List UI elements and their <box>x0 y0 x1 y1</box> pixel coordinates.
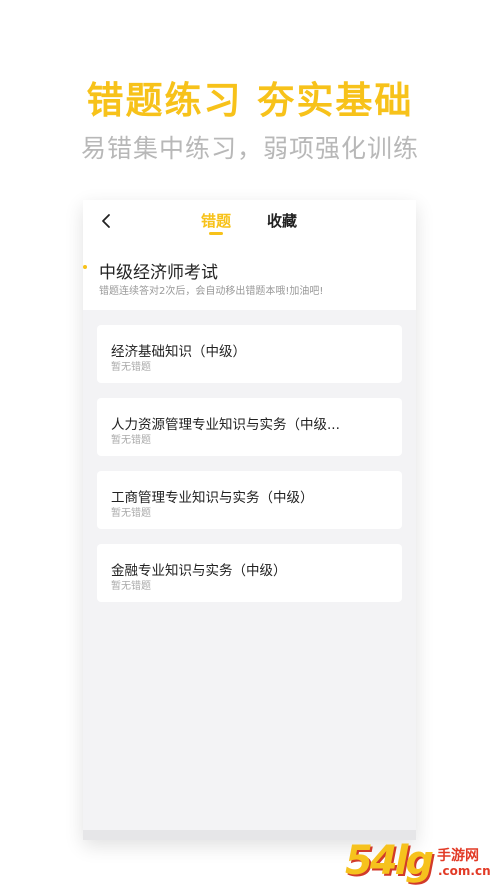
exam-header: 中级经济师考试 错题连续答对2次后，会自动移出错题本哦!加油吧! <box>83 244 416 310</box>
tab-wrong-questions[interactable]: 错题 <box>201 210 231 231</box>
subject-status: 暂无错题 <box>111 581 151 592</box>
subject-name: 金融专业知识与实务（中级） <box>111 563 287 579</box>
watermark-number: 54lg <box>345 838 434 884</box>
active-tab-indicator <box>209 232 223 235</box>
subject-list: 经济基础知识（中级） 暂无错题 人力资源管理专业知识与实务（中级... 暂无错题… <box>97 325 402 617</box>
subject-name: 人力资源管理专业知识与实务（中级... <box>111 417 340 433</box>
tab-favorites[interactable]: 收藏 <box>267 210 297 231</box>
hero-subtitle: 易错集中练习，弱项强化训练 <box>80 134 419 163</box>
exam-hint: 错题连续答对2次后，会自动移出错题本哦!加油吧! <box>99 286 324 297</box>
subject-status: 暂无错题 <box>111 362 151 373</box>
subject-status: 暂无错题 <box>111 435 151 446</box>
list-item[interactable]: 金融专业知识与实务（中级） 暂无错题 <box>97 544 402 602</box>
subject-status: 暂无错题 <box>111 508 151 519</box>
site-watermark-logo: 54lg 手游网 .com.cn <box>345 838 500 889</box>
subject-name: 经济基础知识（中级） <box>111 344 246 360</box>
top-navigation-bar: 错题 收藏 <box>83 200 416 244</box>
watermark-name: 手游网 <box>437 848 479 864</box>
back-button[interactable] <box>95 210 117 232</box>
phone-screen: 错题 收藏 中级经济师考试 错题连续答对2次后，会自动移出错题本哦!加油吧! 经… <box>83 200 416 840</box>
list-item[interactable]: 经济基础知识（中级） 暂无错题 <box>97 325 402 383</box>
chevron-left-icon <box>102 214 110 228</box>
exam-title: 中级经济师考试 <box>99 263 218 283</box>
watermark-domain: .com.cn <box>438 864 491 878</box>
exam-marker <box>83 265 87 269</box>
hero-title: 错题练习 夯实基础 <box>86 79 414 122</box>
subject-name: 工商管理专业知识与实务（中级） <box>111 490 314 506</box>
list-item[interactable]: 工商管理专业知识与实务（中级） 暂无错题 <box>97 471 402 529</box>
list-item[interactable]: 人力资源管理专业知识与实务（中级... 暂无错题 <box>97 398 402 456</box>
